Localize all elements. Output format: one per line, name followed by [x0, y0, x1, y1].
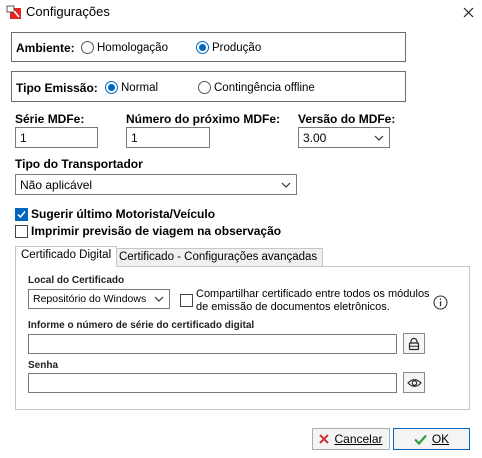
close-button[interactable]	[456, 1, 480, 23]
serie-input[interactable]: 1	[15, 127, 98, 148]
cancel-x-icon	[319, 434, 330, 444]
serie-certificado-label: Informe o número de série do certificado…	[28, 320, 255, 331]
transportador-select[interactable]: Não aplicável	[15, 174, 297, 195]
check-icon	[17, 210, 26, 218]
radio-homologacao-indicator[interactable]	[81, 41, 94, 54]
tab-configuracoes-avancadas[interactable]: Certificado - Configurações avançadas	[113, 248, 324, 267]
app-icon	[6, 5, 21, 19]
window-title: Configurações	[26, 4, 110, 19]
radio-normal-indicator[interactable]	[105, 81, 118, 94]
radio-homologacao-label: Homologação	[97, 41, 168, 54]
sugerir-checkbox[interactable]	[15, 207, 28, 221]
info-icon[interactable]	[433, 295, 448, 310]
sugerir-checkbox-row[interactable]: Sugerir último Motorista/Veículo	[15, 207, 215, 221]
versao-value: 3.00	[303, 130, 327, 145]
compartilhar-checkbox[interactable]	[180, 294, 193, 307]
numero-input[interactable]: 1	[126, 127, 210, 148]
ok-label: OK	[431, 432, 450, 446]
radio-contingencia-label: Contingência offline	[214, 81, 315, 94]
tab-certificado-digital[interactable]: Certificado Digital	[15, 246, 118, 267]
certificado-panel: Local do Certificado Repositório do Wind…	[15, 266, 470, 410]
numero-value: 1	[131, 131, 138, 145]
versao-label: Versão do MDFe:	[298, 112, 396, 126]
serie-value: 1	[20, 131, 27, 145]
radio-contingencia-indicator[interactable]	[198, 81, 211, 94]
title-bar: Configurações	[0, 0, 482, 24]
tipo-emissao-group: Tipo Emissão: Normal Contingência offlin…	[11, 71, 406, 102]
transportador-value: Não aplicável	[20, 177, 93, 192]
imprimir-label: Imprimir previsão de viagem na observaçã…	[31, 224, 282, 238]
sugerir-label: Sugerir último Motorista/Veículo	[31, 207, 216, 221]
radio-normal-label: Normal	[121, 81, 159, 94]
radio-contingencia[interactable]: Contingência offline	[198, 81, 315, 94]
chevron-down-icon	[374, 135, 384, 141]
imprimir-checkbox-row[interactable]: Imprimir previsão de viagem na observaçã…	[15, 224, 281, 238]
versao-select[interactable]: 3.00	[298, 127, 390, 148]
radio-producao[interactable]: Produção	[196, 41, 261, 54]
local-certificado-value: Repositório do Windows	[33, 293, 147, 305]
cancel-label: Cancelar	[334, 432, 383, 446]
cancel-button[interactable]: Cancelar	[312, 428, 390, 450]
radio-homologacao[interactable]: Homologação	[81, 41, 168, 54]
ambiente-group: Ambiente: Homologação Produção	[11, 32, 406, 62]
tab-certificado-digital-label: Certificado Digital	[21, 249, 112, 261]
compartilhar-label: Compartilhar certificado entre todos os …	[196, 288, 430, 313]
senha-label: Senha	[28, 360, 59, 371]
tab-configuracoes-avancadas-label: Certificado - Configurações avançadas	[119, 251, 318, 263]
lock-icon	[408, 337, 420, 350]
show-password-button[interactable]	[403, 372, 425, 393]
radio-normal[interactable]: Normal	[105, 81, 158, 94]
chevron-down-icon	[154, 296, 164, 302]
eye-icon	[406, 378, 422, 387]
ok-check-icon	[414, 434, 427, 445]
radio-producao-indicator[interactable]	[196, 41, 209, 54]
ok-button[interactable]: OK	[393, 428, 470, 450]
imprimir-checkbox[interactable]	[15, 224, 28, 238]
serie-label: Série MDFe:	[15, 112, 85, 126]
serie-certificado-input[interactable]	[28, 334, 397, 354]
numero-label: Número do próximo MDFe:	[126, 112, 281, 126]
lock-button[interactable]	[403, 333, 425, 354]
senha-input[interactable]	[28, 373, 397, 393]
local-certificado-label: Local do Certificado	[28, 275, 125, 286]
local-certificado-select[interactable]: Repositório do Windows	[28, 289, 170, 309]
chevron-down-icon	[281, 182, 291, 188]
close-icon	[463, 7, 473, 17]
transportador-label: Tipo do Transportador	[15, 157, 143, 171]
radio-producao-label: Produção	[212, 41, 262, 54]
ambiente-label: Ambiente:	[16, 41, 75, 55]
tipo-emissao-label: Tipo Emissão:	[16, 81, 98, 95]
